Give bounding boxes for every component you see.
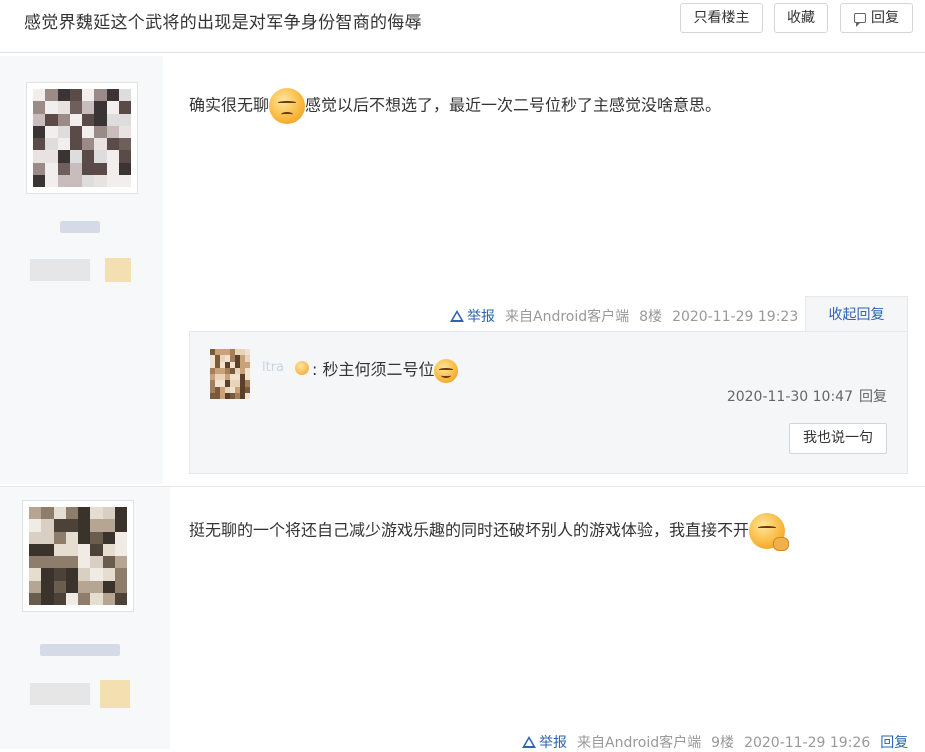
user-emoji-icon (295, 361, 309, 375)
frown-emoji-icon (269, 88, 306, 124)
reply-panel: ltra : 秒主何须二号位 2020-11-30 10:47 回复 我也说一句 (189, 331, 908, 474)
report-label: 举报 (467, 309, 495, 325)
avatar[interactable] (22, 500, 134, 612)
avatar[interactable] (26, 82, 138, 194)
post-content: 挺无聊的一个将还自己减少游戏乐趣的同时还破坏别人的游戏体验，我直接不开 (189, 513, 790, 551)
client-source: 来自Android客户端 (505, 309, 630, 325)
reply-button[interactable]: 回复 (840, 3, 913, 33)
reply-button-label: 回复 (871, 10, 899, 26)
blurred-honor-badge (105, 258, 131, 282)
blurred-username[interactable] (60, 221, 100, 233)
post-time: 2020-11-29 19:23 (672, 309, 799, 325)
post-tail: 举报 来自Android客户端 8楼 2020-11-29 19:23 (450, 306, 798, 326)
post-tail: 举报 来自Android客户端 9楼 2020-11-29 19:26 回复 (522, 732, 908, 752)
post-content: 确实很无聊 感觉以后不想选了，最近一次二号位秒了主感觉没啥意思。 (189, 88, 721, 124)
blurred-level-badge (30, 683, 90, 705)
blurred-level-badge (30, 259, 90, 281)
collapse-replies-button[interactable]: 收起回复 (805, 296, 908, 332)
reply-meta: 2020-11-30 10:47 回复 (727, 386, 887, 406)
thread-title: 感觉界魏延这个武将的出现是对军争身份智商的侮辱 (24, 13, 422, 33)
only-op-button[interactable]: 只看楼主 (680, 3, 763, 33)
post-text-part1: 确实很无聊 (189, 95, 270, 115)
blurred-username[interactable] (40, 644, 120, 656)
say-something-button[interactable]: 我也说一句 (789, 423, 887, 454)
warning-icon (522, 736, 536, 748)
post-text-part2: 感觉以后不想选了，最近一次二号位秒了主感觉没啥意思。 (305, 95, 722, 115)
author-sidebar (0, 487, 170, 749)
report-link[interactable]: 举报 (450, 309, 495, 325)
reply-content: : 秒主何须二号位 (312, 356, 459, 383)
blurred-avatar-image (29, 507, 127, 605)
warning-icon (450, 310, 464, 322)
floor-number: 8楼 (639, 309, 663, 325)
blurred-avatar-image (33, 89, 131, 187)
author-sidebar (0, 56, 163, 484)
post-text: 挺无聊的一个将还自己减少游戏乐趣的同时还破坏别人的游戏体验，我直接不开 (189, 520, 750, 540)
blurred-honor-badge (100, 680, 130, 708)
post-floor-9: 挺无聊的一个将还自己减少游戏乐趣的同时还破坏别人的游戏体验，我直接不开 举报 来自… (0, 486, 925, 752)
comment-icon (854, 13, 866, 27)
thread-header: 感觉界魏延这个武将的出现是对军争身份智商的侮辱 只看楼主 收藏 回复 (0, 0, 925, 53)
reply-avatar[interactable] (210, 349, 250, 399)
reply-time: 2020-11-30 10:47 (726, 389, 853, 405)
reply-username[interactable]: ltra (262, 360, 284, 375)
reply-text: : 秒主何须二号位 (312, 360, 435, 379)
shush-emoji-icon (749, 513, 790, 551)
favorite-button[interactable]: 收藏 (774, 3, 828, 33)
post-floor-8: 确实很无聊 感觉以后不想选了，最近一次二号位秒了主感觉没啥意思。 举报 来自Andr… (0, 56, 925, 484)
grin-emoji-icon (434, 358, 459, 383)
reply-to-reply-link[interactable]: 回复 (859, 389, 887, 405)
